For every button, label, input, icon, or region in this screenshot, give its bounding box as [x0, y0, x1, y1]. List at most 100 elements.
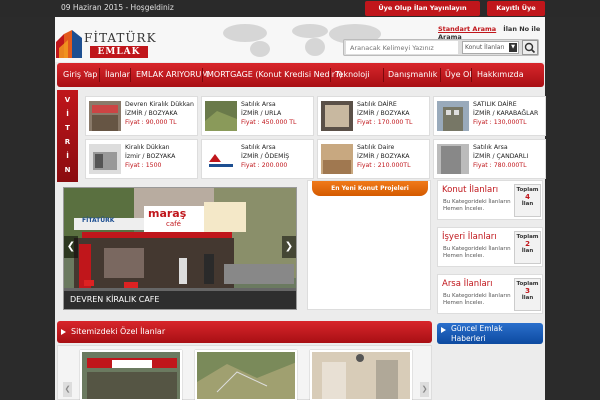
- listing-photo: [437, 144, 469, 174]
- vitrin-card[interactable]: Devren Kiralık Dükkan İZMİR / BOZYAKA Fi…: [85, 96, 198, 136]
- listing-price: Fiyat : 200.000: [241, 162, 288, 169]
- nav-about[interactable]: Hakkımızda: [477, 63, 524, 87]
- featured-slider[interactable]: FİTATÜRK maraş café ❮ ❯ DEVREN KİRALIK C…: [63, 187, 297, 310]
- listing-price: Fiyat : 210.000TL: [357, 162, 411, 169]
- category-business[interactable]: İşyeri İlanları Bu Kategorideki İlanları…: [437, 227, 543, 267]
- category-desc: Bu Kategorideki İlanların: [443, 293, 511, 299]
- listing-location: İZMİR / ÖDEMİŞ: [241, 153, 290, 160]
- special-listing-photo[interactable]: [310, 350, 412, 400]
- category-land[interactable]: Arsa İlanları Bu Kategorideki İlanların …: [437, 274, 543, 314]
- listing-photo: [321, 144, 353, 174]
- listing-price: Fiyat : 130,000TL: [473, 119, 527, 126]
- special-listing-photo[interactable]: [80, 350, 182, 400]
- listing-location: İzmir / BOZYAKA: [125, 153, 176, 160]
- vitrin-card[interactable]: SATILIK DAİRE İZMİR / KARABAĞLAR Fiyat :…: [433, 96, 546, 136]
- listing-location: İZMİR / BOZYAKA: [357, 153, 410, 160]
- vitrin-card[interactable]: Satılık Daire İZMİR / BOZYAKA Fiyat : 21…: [317, 139, 430, 179]
- houses-logo-icon: [56, 30, 82, 58]
- listing-location: İZMİR / BOZYAKA: [357, 110, 410, 117]
- listing-title: Devren Kiralık Dükkan: [125, 101, 194, 108]
- listing-title: Satılık Arsa: [241, 101, 276, 108]
- news-title-line1: Güncel Emlak: [451, 324, 503, 333]
- new-projects-title[interactable]: En Yeni Konut Projeleri: [312, 181, 428, 196]
- category-title: Konut İlanları: [442, 185, 499, 195]
- vitrin-card[interactable]: Kiralık Dükkan İzmir / BOZYAKA Fiyat : 1…: [85, 139, 198, 179]
- vitrin-letter: V: [64, 96, 71, 104]
- sign-maras: maraş: [148, 207, 187, 220]
- vitrin-letter: İ: [66, 110, 69, 118]
- slider-caption: DEVREN KİRALIK CAFE: [64, 291, 296, 309]
- category-select[interactable]: Konut İlanları ▼: [462, 41, 519, 54]
- register-button[interactable]: Üye Olup İlan Yayınlayın: [365, 1, 480, 16]
- search-button[interactable]: [522, 40, 538, 55]
- listing-photo: [197, 352, 295, 399]
- special-listings-carousel: ❮ ❯: [57, 345, 432, 400]
- login-button[interactable]: Kayıtlı Üye Girişi: [487, 1, 545, 27]
- listing-price: Fiyat : 780.000TL: [473, 162, 527, 169]
- vitrin-card[interactable]: Satılık Arsa İZMİR / ÇANDARLI Fiyat : 78…: [433, 139, 546, 179]
- vitrin-letter: T: [65, 124, 70, 132]
- search-box: Konut İlanları ▼: [343, 39, 539, 56]
- search-icon: [524, 42, 536, 54]
- nav-looking-for[interactable]: EMLAK ARIYORUM: [136, 63, 208, 87]
- search-input[interactable]: [346, 41, 458, 54]
- vitrin-card[interactable]: Satılık Arsa İZMİR / ÖDEMİŞ Fiyat : 200.…: [201, 139, 314, 179]
- category-housing[interactable]: Konut İlanları Bu Kategorideki İlanların…: [437, 180, 543, 220]
- top-bar: 09 Haziran 2015 - Hoşgeldiniz Üye Olup İ…: [0, 0, 600, 27]
- slider-next-button[interactable]: ❯: [282, 236, 296, 258]
- nav-login[interactable]: Giriş Yap: [63, 63, 97, 87]
- nav-mortgage[interactable]: MORTGAGE (Konut Kredisi Nedir?): [207, 63, 342, 87]
- category-title: İşyeri İlanları: [442, 232, 497, 242]
- nav-signup[interactable]: Üye Ol: [445, 63, 472, 87]
- count-unit: İlan: [521, 295, 534, 301]
- welcome-date: 09 Haziran 2015 - Hoşgeldiniz: [61, 3, 174, 12]
- category-title: Arsa İlanları: [442, 279, 493, 289]
- tab-standard-search[interactable]: Standart Arama: [438, 25, 496, 33]
- vitrin-letter: İ: [66, 152, 69, 160]
- listing-photo: [321, 101, 353, 131]
- listing-title: Satılık Daire: [357, 144, 395, 151]
- carousel-next-button[interactable]: ❯: [420, 382, 429, 397]
- bullet-arrow-icon: [441, 327, 446, 333]
- vitrin-card[interactable]: Satılık Arsa İZMİR / URLA Fiyat : 450.00…: [201, 96, 314, 136]
- listing-title: SATILIK DAİRE: [473, 101, 517, 108]
- listing-photo: [312, 352, 410, 399]
- listing-price: Fiyat : 170.000 TL: [357, 119, 413, 126]
- main-nav: Giriş Yap İlanlar EMLAK ARIYORUM MORTGAG…: [57, 63, 544, 87]
- listing-title: Satılık Arsa: [473, 144, 508, 151]
- nav-consulting[interactable]: Danışmanlık: [388, 63, 437, 87]
- slider-prev-button[interactable]: ❮: [64, 236, 78, 258]
- nav-listings[interactable]: İlanlar: [105, 63, 130, 87]
- listing-price: Fiyat : 450.000 TL: [241, 119, 297, 126]
- site-logo[interactable]: FİTATÜRK EMLAK: [56, 30, 176, 62]
- carousel-prev-button[interactable]: ❮: [63, 382, 72, 397]
- vitrin-label: V İ T R İ N: [57, 90, 78, 182]
- listing-photo: [89, 101, 121, 131]
- logo-text-top: FİTATÜRK: [84, 31, 157, 45]
- category-count: Toplam 3 İlan: [514, 278, 541, 311]
- listing-location: İZMİR / URLA: [241, 110, 282, 117]
- nav-technology[interactable]: Teknoloji: [335, 63, 370, 87]
- listing-title: Satılık Arsa: [241, 144, 276, 151]
- listing-location: İZMİR / KARABAĞLAR: [473, 110, 539, 117]
- category-count: Toplam 2 İlan: [514, 231, 541, 264]
- listing-price: Fiyat : 90,000 TL: [125, 119, 177, 126]
- chevron-down-icon: ▼: [509, 43, 517, 52]
- category-desc: Bu Kategorideki İlanların: [443, 246, 511, 252]
- news-header[interactable]: Güncel Emlak Haberleri: [437, 323, 543, 344]
- listing-photo: [205, 144, 237, 174]
- listing-location: İZMİR / BOZYAKA: [125, 110, 178, 117]
- page-container: FİTATÜRK EMLAK Standart Arama İlan No il…: [55, 17, 546, 400]
- listing-photo: [437, 101, 469, 131]
- sign-cafe: café: [166, 220, 181, 228]
- special-listing-photo[interactable]: [195, 350, 297, 400]
- listing-photo: [89, 144, 121, 174]
- count-value: 4: [525, 193, 530, 201]
- vitrin-card[interactable]: Satılık DAİRE İZMİR / BOZYAKA Fiyat : 17…: [317, 96, 430, 136]
- count-value: 2: [525, 240, 530, 248]
- vitrin-letter: N: [64, 166, 71, 174]
- special-listings-title: Sitemizdeki Özel İlanlar: [71, 327, 166, 336]
- count-unit: İlan: [521, 248, 534, 254]
- new-projects-panel: En Yeni Konut Projeleri: [307, 180, 431, 310]
- listing-title: Satılık DAİRE: [357, 101, 397, 108]
